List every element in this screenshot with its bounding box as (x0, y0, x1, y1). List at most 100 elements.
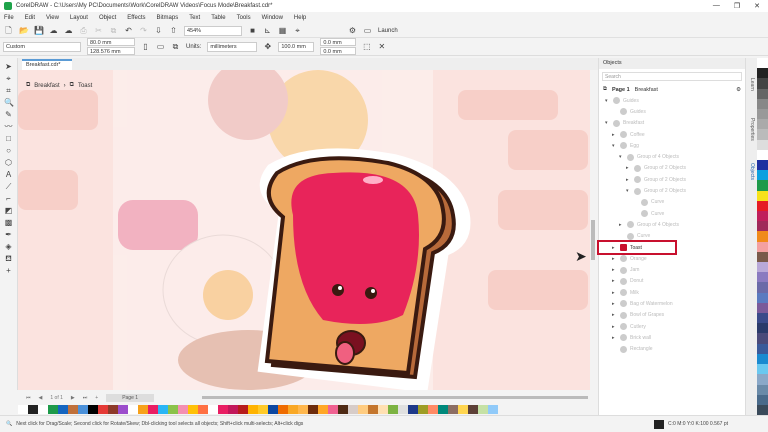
color-swatch[interactable] (58, 404, 68, 414)
copy-icon[interactable]: ⧉ (109, 26, 118, 35)
object-tree-item[interactable]: Guides (599, 106, 745, 117)
snap-icon[interactable]: ⌖ (293, 26, 302, 35)
duplicate-x-field[interactable]: 0.0 mm (320, 38, 357, 46)
color-swatch[interactable] (757, 313, 768, 324)
color-swatch[interactable] (757, 68, 768, 79)
color-swatch[interactable] (18, 404, 28, 414)
color-swatch[interactable] (757, 231, 768, 242)
expand-arrow-icon[interactable]: ▸ (612, 301, 617, 307)
object-tree-item[interactable]: ▾ Guides (599, 95, 745, 106)
color-swatch[interactable] (148, 404, 158, 414)
color-swatch[interactable] (757, 374, 768, 385)
interactive-fill-icon[interactable]: ◈ (4, 242, 13, 251)
cloud-upload-icon[interactable]: ☁ (49, 26, 58, 35)
breadcrumb-item[interactable]: Toast (78, 83, 92, 89)
color-swatch[interactable] (757, 129, 768, 140)
launch-button[interactable]: Launch (378, 28, 398, 34)
color-swatch[interactable] (128, 404, 138, 414)
object-tree-item[interactable]: ▾ Group of 4 Objects (599, 151, 745, 162)
object-tree-item[interactable]: ▸ Milk (599, 287, 745, 298)
first-page-icon[interactable]: ⏮ (26, 395, 31, 401)
menu-effects[interactable]: Effects (127, 15, 145, 21)
expand-arrow-icon[interactable]: ▸ (612, 290, 617, 296)
object-tree-item[interactable]: ▾ Group of 2 Objects (599, 185, 745, 196)
color-swatch[interactable] (78, 404, 88, 414)
portrait-icon[interactable]: ▯ (141, 42, 150, 51)
color-swatch[interactable] (408, 404, 418, 414)
color-swatch[interactable] (757, 88, 768, 99)
color-swatch[interactable] (757, 353, 768, 365)
grid-icon[interactable]: ▦ (278, 26, 287, 35)
object-tree-item[interactable]: Curve (599, 231, 745, 242)
color-swatch[interactable] (757, 221, 768, 232)
connector-tool-icon[interactable]: ⌐ (4, 194, 13, 203)
color-swatch[interactable] (258, 404, 268, 414)
menu-text[interactable]: Text (189, 15, 200, 21)
dock-tab-learn[interactable]: Learn (749, 78, 755, 91)
menu-view[interactable]: View (46, 15, 59, 21)
color-swatch[interactable] (757, 272, 768, 283)
color-swatch[interactable] (68, 404, 78, 414)
color-swatch[interactable] (288, 404, 298, 414)
parallel-dimension-icon[interactable]: ⟋ (4, 182, 13, 191)
expand-arrow-icon[interactable]: ▸ (612, 267, 617, 273)
print-icon[interactable]: ⎙ (79, 26, 88, 35)
color-swatch[interactable] (757, 241, 768, 252)
object-tree-item[interactable]: ▸ Brick wall (599, 332, 745, 343)
expand-arrow-icon[interactable]: ▾ (626, 188, 631, 194)
object-tree-item[interactable]: ▸ Coffee (599, 129, 745, 140)
color-swatch[interactable] (757, 98, 768, 110)
pick-tool-icon[interactable]: ➤ (4, 62, 13, 71)
color-swatch[interactable] (757, 200, 768, 212)
options-icon[interactable]: ⚙ (348, 26, 357, 35)
color-swatch[interactable] (468, 404, 478, 414)
color-swatch[interactable] (448, 404, 458, 414)
color-swatch[interactable] (298, 404, 308, 414)
save-icon[interactable]: 💾 (34, 26, 44, 35)
eyedropper-icon[interactable]: ✒ (4, 230, 13, 239)
color-swatch[interactable] (178, 404, 188, 414)
color-swatch[interactable] (757, 343, 768, 354)
color-swatch[interactable] (278, 404, 288, 414)
color-swatch[interactable] (757, 180, 768, 191)
color-swatch[interactable] (757, 78, 768, 89)
page-size-select[interactable]: Custom (3, 41, 81, 52)
color-swatch[interactable] (757, 384, 768, 395)
expand-arrow-icon[interactable]: ▸ (626, 177, 631, 183)
transparency-icon[interactable]: ▩ (4, 218, 13, 227)
color-swatch[interactable] (98, 404, 108, 414)
page-tab[interactable]: Page 1 (106, 393, 155, 402)
color-swatch[interactable] (478, 404, 488, 414)
color-swatch[interactable] (188, 404, 198, 414)
minimize-button[interactable]: — (713, 2, 720, 10)
open-icon[interactable]: 📂 (19, 26, 29, 35)
color-swatch[interactable] (198, 404, 208, 414)
menu-window[interactable]: Window (262, 15, 283, 21)
object-tree-item[interactable]: ▸ Cutlery (599, 321, 745, 332)
polygon-tool-icon[interactable]: ⬡ (4, 158, 13, 167)
expand-arrow-icon[interactable]: ▸ (612, 278, 617, 284)
cloud-download-icon[interactable]: ☁ (64, 26, 73, 35)
color-swatch[interactable] (458, 404, 468, 414)
menu-help[interactable]: Help (294, 15, 306, 21)
ellipse-tool-icon[interactable]: ○ (4, 146, 13, 155)
menu-bitmaps[interactable]: Bitmaps (157, 15, 179, 21)
color-swatch[interactable] (488, 404, 498, 414)
add-page-icon[interactable]: + (95, 395, 98, 401)
vertical-scrollbar[interactable] (590, 70, 596, 390)
color-swatch[interactable] (248, 404, 258, 414)
drawing-canvas[interactable]: ⧉ Breakfast › ⧉ Toast ➤ (18, 70, 596, 390)
color-swatch[interactable] (338, 404, 348, 414)
maximize-button[interactable]: ❐ (734, 2, 740, 10)
color-swatch[interactable] (268, 404, 278, 414)
color-swatch[interactable] (218, 404, 228, 414)
new-document-icon[interactable]: 🗋 (4, 26, 13, 35)
color-swatch[interactable] (757, 251, 768, 263)
full-screen-icon[interactable]: ■ (248, 26, 257, 35)
expand-arrow-icon[interactable]: ▸ (619, 222, 624, 228)
document-tab[interactable]: Breakfast.cdr* (22, 59, 72, 70)
color-swatch[interactable] (757, 109, 768, 120)
color-swatch[interactable] (757, 282, 768, 293)
color-swatch[interactable] (38, 404, 48, 414)
launch-icon[interactable]: ▭ (363, 26, 372, 35)
